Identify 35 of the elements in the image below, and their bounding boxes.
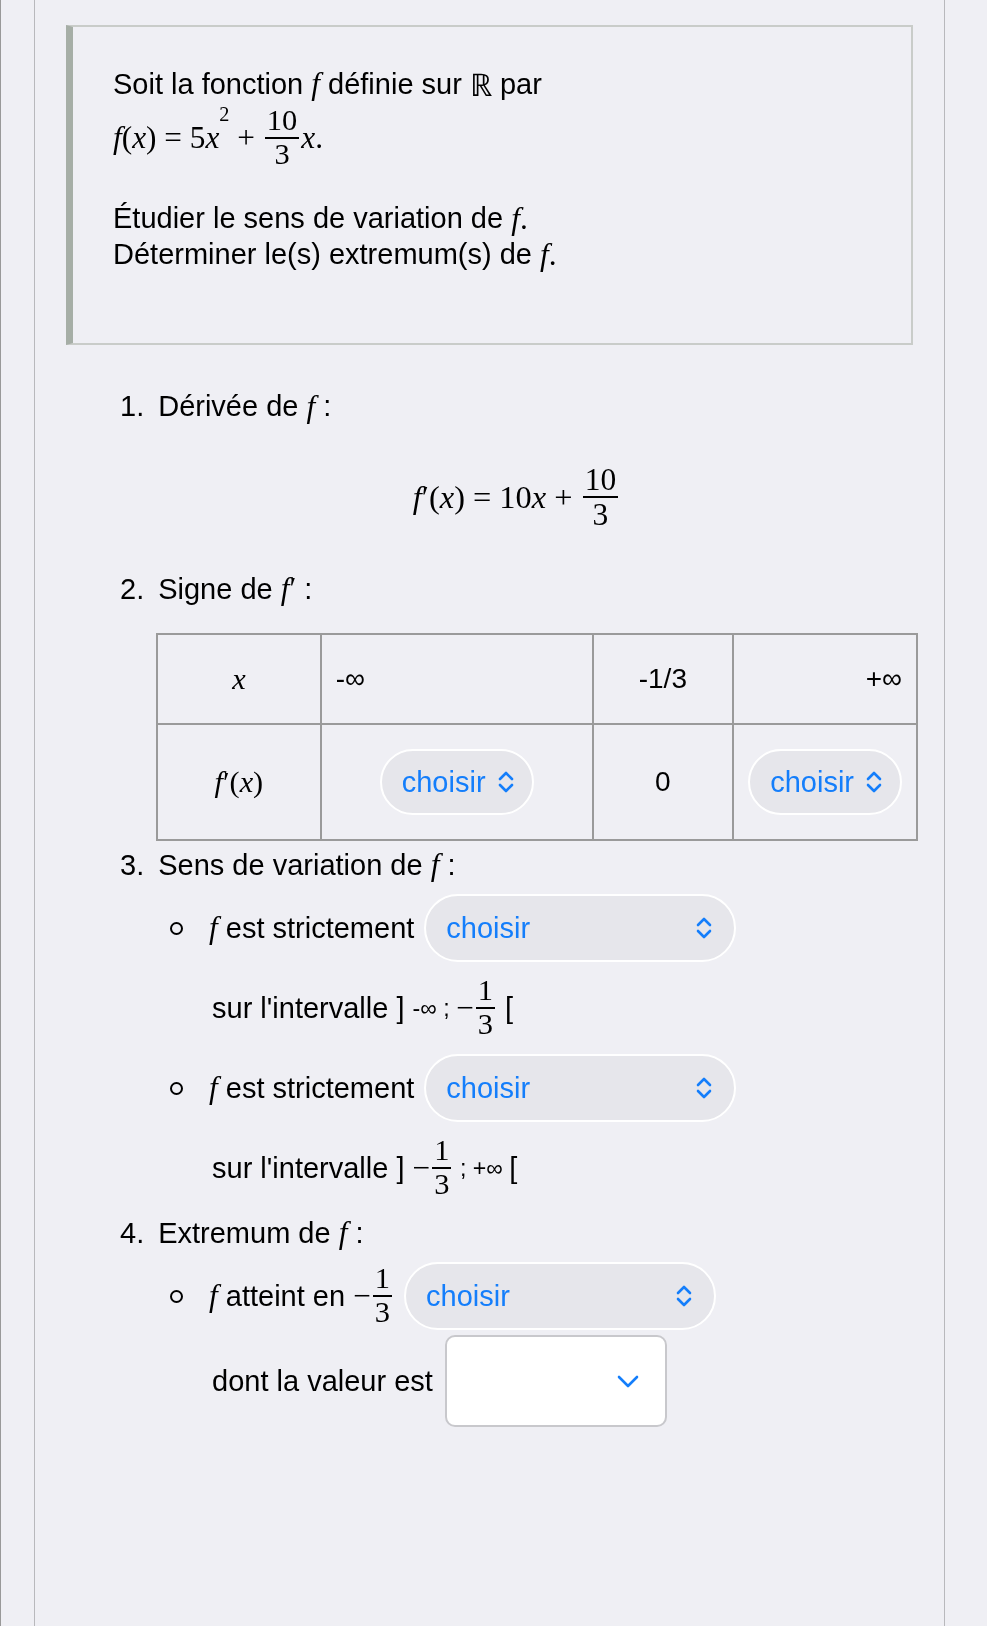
bullet-icon xyxy=(170,921,183,935)
choice-dropdown[interactable]: choisir xyxy=(379,749,534,816)
choice-dropdown[interactable]: choisir xyxy=(424,894,737,963)
table-cell-text: -∞ xyxy=(335,663,366,696)
task-text: Étudier le sens de variation de f. xyxy=(113,200,528,237)
step-heading: Dérivée de f : xyxy=(158,388,332,425)
step-heading: Signe de f′ : xyxy=(158,571,313,608)
answer-dropdown-field[interactable] xyxy=(444,1335,667,1428)
table-cell-text: f′(x) xyxy=(214,764,264,800)
choice-dropdown[interactable]: choisir xyxy=(748,749,902,816)
task-text: Déterminer le(s) extremum(s) de f. xyxy=(113,236,557,273)
chevron-down-icon xyxy=(616,1374,639,1388)
bullet-icon xyxy=(170,1289,183,1303)
bullet-icon xyxy=(170,1081,183,1095)
chevron-up-down-icon xyxy=(866,770,882,795)
table-cell-text: +∞ xyxy=(865,663,902,696)
chevron-up-down-icon xyxy=(696,916,713,941)
step-number: 1. xyxy=(120,390,145,424)
chevron-up-down-icon xyxy=(497,770,514,795)
table-cell-text: x xyxy=(232,661,246,697)
step-number: 3. xyxy=(120,848,145,882)
choice-dropdown[interactable]: choisir xyxy=(424,1054,737,1123)
interval-text: dont la valeur est xyxy=(212,1364,433,1398)
step-heading: Sens de variation de f : xyxy=(158,847,456,884)
statement-text: Soit la fonction f définie sur ℝ par xyxy=(113,65,542,105)
bullet-text: f est strictement xyxy=(209,910,415,947)
step-heading: Extremum de f : xyxy=(158,1215,364,1252)
step-number: 2. xyxy=(120,572,145,606)
table-cell-text: -1/3 xyxy=(638,663,687,696)
choice-dropdown[interactable]: choisir xyxy=(404,1262,717,1331)
chevron-up-down-icon xyxy=(696,1076,713,1101)
table-cell-text: 0 xyxy=(655,766,671,799)
chevron-up-down-icon xyxy=(676,1284,693,1309)
bullet-text: f est strictement xyxy=(209,1070,415,1107)
step-number: 4. xyxy=(120,1216,145,1250)
